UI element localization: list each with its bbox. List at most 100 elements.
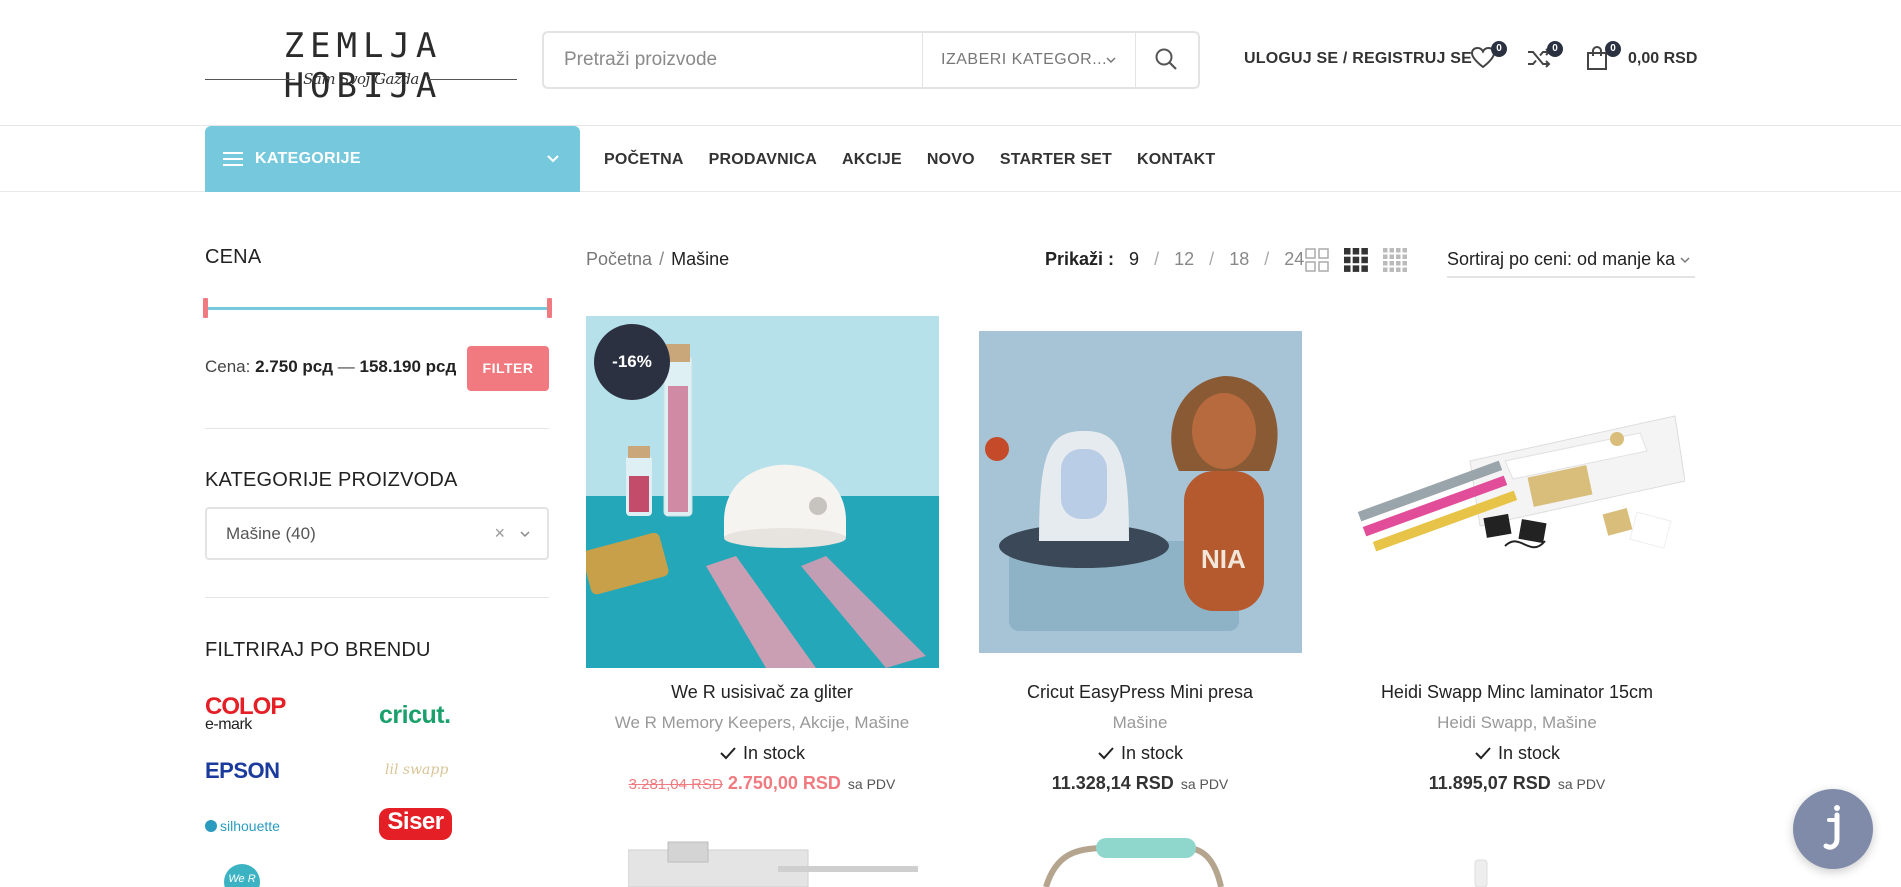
sort-select[interactable]: Sortiraj po ceni: od manje ka <box>1447 244 1695 278</box>
price-filter-button[interactable]: FILTER <box>467 346 549 391</box>
grid-2-view-button[interactable] <box>1305 248 1329 272</box>
price-min-value: 2.750 рсд <box>255 357 334 376</box>
nav-link-shop[interactable]: PRODAVNICA <box>709 151 817 169</box>
price-slider-track[interactable] <box>205 307 549 310</box>
nia-tag-text: NIA <box>1201 544 1246 574</box>
per-page-selector: Prikaži : 9 / 12 / 18 / 24 <box>1045 249 1306 270</box>
search-input[interactable] <box>544 33 922 87</box>
nav-link-contact[interactable]: KONTAKT <box>1137 151 1215 169</box>
brand-colop-text: COLOP <box>205 693 286 720</box>
per-page-option-24[interactable]: 24 <box>1284 249 1304 269</box>
site-logo[interactable]: ZEMLJA HOBIJA Sam Svoj Gazda <box>205 26 517 106</box>
per-page-option-9[interactable]: 9 <box>1129 249 1139 269</box>
product-image-row2-3[interactable] <box>1467 858 1497 887</box>
grid-3-icon <box>1344 248 1368 272</box>
easypress-mini-illustration: NIA <box>979 331 1302 653</box>
per-page-option-12[interactable]: 12 <box>1174 249 1194 269</box>
product-image-minc-laminator[interactable] <box>1355 411 1686 571</box>
brand-logo-lilswapp[interactable]: lil swapp <box>385 762 448 778</box>
nav-link-sales[interactable]: AKCIJE <box>842 151 902 169</box>
nav-link-new[interactable]: NOVO <box>927 151 975 169</box>
cart-total[interactable]: 0,00 RSD <box>1628 50 1697 68</box>
clear-icon[interactable]: × <box>494 509 505 558</box>
brand-logo-epson[interactable]: EPSON <box>205 758 280 784</box>
product-row2-1-illustration <box>627 841 918 887</box>
brand-logo-siser[interactable]: Siser <box>379 808 452 840</box>
price-slider-min-handle[interactable] <box>203 298 208 318</box>
check-icon <box>1475 747 1491 760</box>
search-icon <box>1155 48 1177 70</box>
brand-logo-silhouette[interactable]: silhouette <box>205 818 280 834</box>
product-image-easypress-mini[interactable]: NIA <box>979 331 1302 653</box>
product-categories[interactable]: We R Memory Keepers, Akcije, Mašine <box>582 713 942 733</box>
brand-logo-cricut[interactable]: cricut. <box>379 701 451 730</box>
logo-line-right <box>427 79 517 80</box>
sort-label: Sortiraj po ceni: od manje ka <box>1447 249 1676 269</box>
nav-link-home[interactable]: POČETNA <box>604 151 684 169</box>
sidebar-divider <box>205 597 549 598</box>
product-image-row2-2[interactable] <box>1036 834 1226 887</box>
login-register-link[interactable]: ULOGUJ SE / REGISTRUJ SE <box>1244 50 1472 68</box>
old-price: 3.281,04 RSD <box>628 776 723 793</box>
product-row2-3-illustration <box>1474 859 1488 887</box>
brand-logo-wer[interactable]: We R <box>224 864 260 887</box>
product-title-glitter-vacuum[interactable]: We R usisivač za gliter <box>582 682 942 703</box>
breadcrumb-home[interactable]: Početna <box>586 249 652 269</box>
chat-icon <box>1823 805 1840 850</box>
compare-button[interactable]: 0 <box>1525 41 1563 76</box>
product-categories[interactable]: Heidi Swapp, Mašine <box>1337 713 1697 733</box>
brand-logo-colop[interactable]: COLOP e-mark <box>205 693 286 733</box>
wishlist-count-badge: 0 <box>1491 41 1507 57</box>
brand-silhouette-text: silhouette <box>220 818 280 834</box>
cart-count-badge: 0 <box>1605 41 1621 57</box>
categories-filter-title: KATEGORIJE PROIZVODA <box>205 469 458 491</box>
nav-link-starter-set[interactable]: STARTER SET <box>1000 151 1112 169</box>
main-navigation: KATEGORIJE POČETNA PRODAVNICA AKCIJE NOV… <box>0 126 1901 192</box>
product-stock-status: In stock <box>960 743 1320 764</box>
stock-label: In stock <box>1120 743 1184 763</box>
product-stock-status: In stock <box>1337 743 1697 764</box>
category-select[interactable]: Mašine (40) × <box>205 507 549 560</box>
product-price: 3.281,04 RSD 2.750,00 RSD sa PDV <box>582 773 942 794</box>
cart-button[interactable]: 0 <box>1583 41 1621 76</box>
chevron-down-icon <box>547 155 559 163</box>
logo-title: ZEMLJA HOBIJA <box>283 26 443 106</box>
tax-note: sa PDV <box>847 776 896 792</box>
per-page-option-18[interactable]: 18 <box>1229 249 1249 269</box>
categories-dropdown-button[interactable]: KATEGORIJE <box>205 126 580 192</box>
chat-widget-button[interactable] <box>1793 789 1873 869</box>
stock-label: In stock <box>1497 743 1561 763</box>
search-bar: IZABERI KATEGOR... <box>542 31 1200 89</box>
breadcrumb: Početna / Mašine <box>586 249 729 270</box>
product-stock-status: In stock <box>582 743 942 764</box>
minc-laminator-illustration <box>1357 415 1686 552</box>
price-filter-title: CENA <box>205 246 262 268</box>
search-category-select[interactable]: IZABERI KATEGOR... <box>922 33 1136 87</box>
price-range-label: Cena: 2.750 рсд — 158.190 рсд <box>205 357 456 377</box>
product-row2-2-illustration <box>1043 838 1224 887</box>
product-categories[interactable]: Mašine <box>960 713 1320 733</box>
regular-price: 11.328,14 RSD <box>1051 773 1174 793</box>
product-title-minc-laminator[interactable]: Heidi Swapp Minc laminator 15cm <box>1337 682 1697 703</box>
search-button[interactable] <box>1134 33 1198 87</box>
price-slider-max-handle[interactable] <box>547 298 552 318</box>
grid-3-view-button[interactable] <box>1344 248 1368 272</box>
grid-4-view-button[interactable] <box>1383 248 1407 272</box>
categories-label: KATEGORIJE <box>255 150 361 167</box>
per-page-separator: / <box>1154 249 1160 269</box>
main-menu: POČETNA PRODAVNICA AKCIJE NOVO STARTER S… <box>604 151 1240 169</box>
silhouette-dot-icon <box>205 820 217 832</box>
menu-icon <box>223 152 243 166</box>
brand-filter-title: FILTRIRAJ PO BRENDU <box>205 639 431 661</box>
wishlist-button[interactable]: 0 <box>1469 41 1507 76</box>
product-price: 11.895,07 RSD sa PDV <box>1337 773 1697 794</box>
compare-count-badge: 0 <box>1547 41 1563 57</box>
sale-badge: -16% <box>594 324 670 400</box>
tax-note: sa PDV <box>1557 776 1606 792</box>
product-image-row2-1[interactable] <box>627 840 918 887</box>
stock-label: In stock <box>742 743 806 763</box>
price-prefix: Cena: <box>205 357 251 376</box>
product-title-easypress-mini[interactable]: Cricut EasyPress Mini presa <box>960 682 1320 703</box>
chevron-down-icon <box>520 531 530 538</box>
breadcrumb-separator: / <box>659 249 665 269</box>
